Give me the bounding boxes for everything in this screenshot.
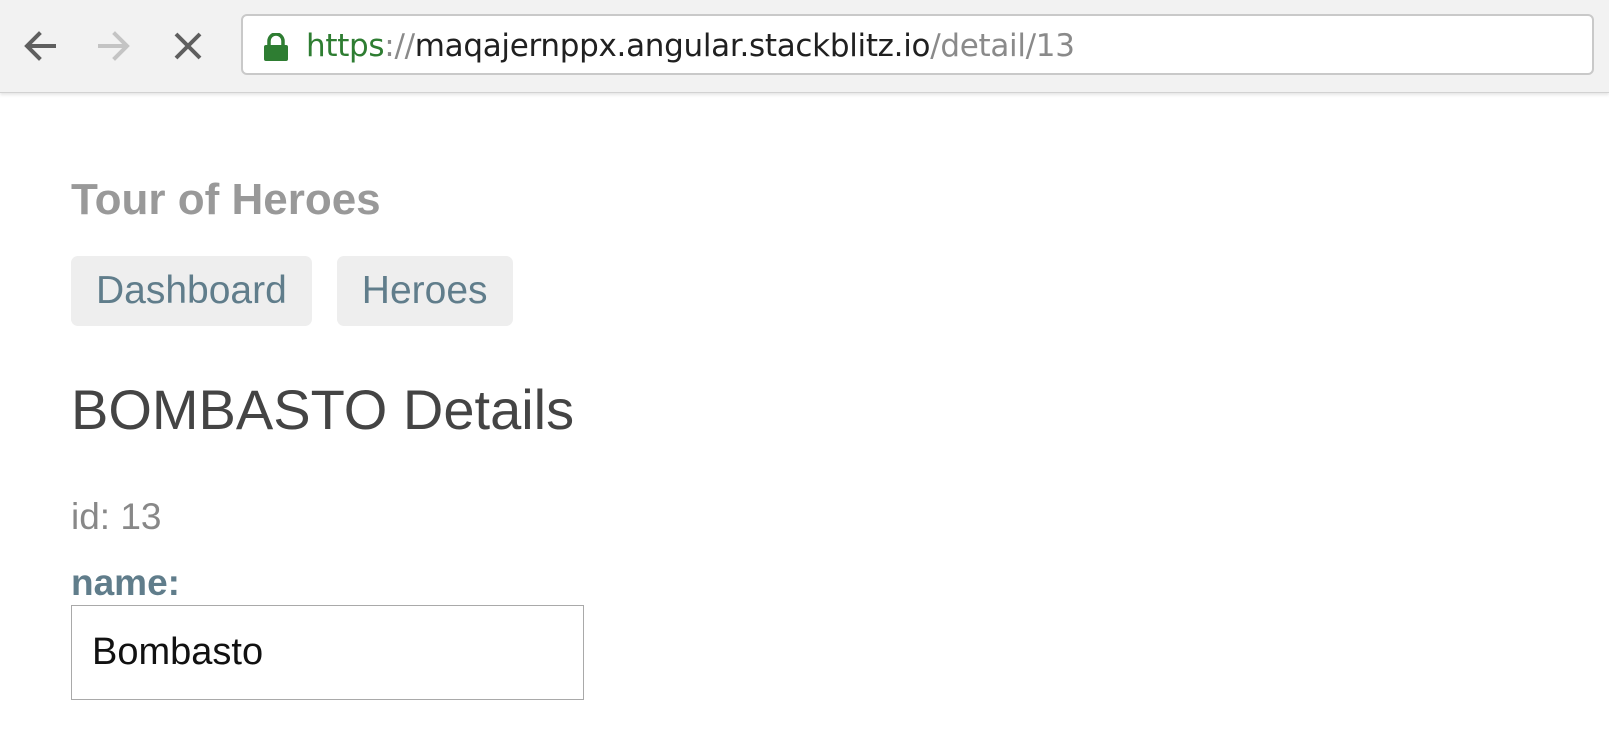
arrow-left-icon [24,31,56,61]
forward-button[interactable] [90,22,138,70]
url-host: maqajernppx.angular.stackblitz.io [414,28,931,64]
address-bar[interactable]: https://maqajernppx.angular.stackblitz.i… [241,14,1594,75]
stop-button[interactable] [164,22,212,70]
nav-link-dashboard[interactable]: Dashboard [71,256,312,326]
nav-link-heroes[interactable]: Heroes [336,256,513,326]
back-button[interactable] [16,22,64,70]
app-title: Tour of Heroes [71,175,381,224]
url-path: /detail/13 [930,28,1075,64]
hero-id: id: 13 [71,496,162,537]
lock-icon [264,33,288,61]
name-label: name: [71,562,180,603]
arrow-right-icon [98,31,130,61]
url-scheme: https [306,28,385,64]
url-text[interactable]: https://maqajernppx.angular.stackblitz.i… [306,28,1075,64]
main-nav: Dashboard Heroes [71,256,513,326]
browser-toolbar: https://maqajernppx.angular.stackblitz.i… [0,0,1609,93]
close-icon [174,32,202,60]
hero-name-input[interactable] [71,605,584,700]
url-separator: :// [384,28,415,64]
hero-details-heading: BOMBASTO Details [71,378,575,441]
